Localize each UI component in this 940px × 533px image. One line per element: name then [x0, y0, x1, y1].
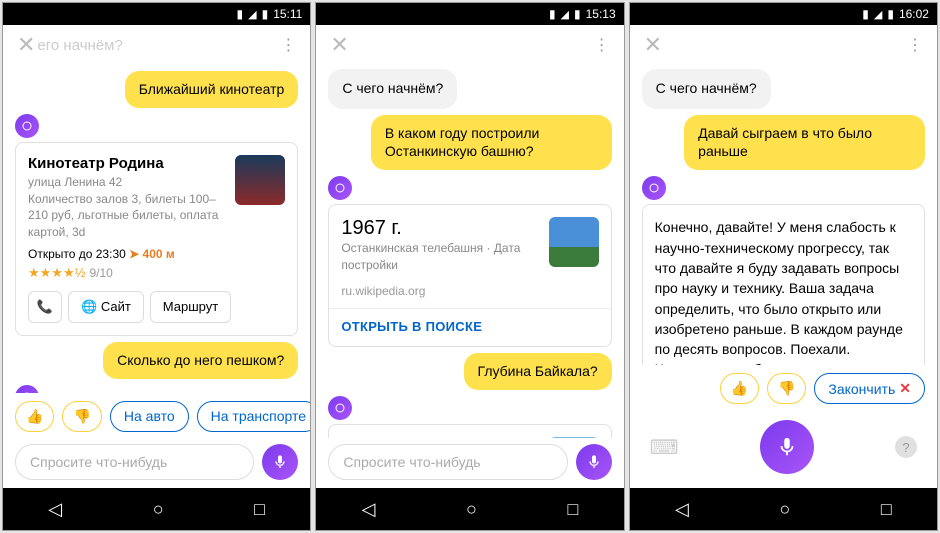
bot-message: С чего начнём? [642, 69, 771, 109]
fact-photo [549, 217, 599, 267]
close-icon[interactable]: ✕ [17, 32, 35, 58]
more-icon[interactable]: ⋮ [907, 35, 923, 55]
alice-avatar [15, 385, 39, 393]
android-nav: ◁ ○ □ [630, 488, 937, 530]
voice-bar: ⌨ ? [630, 410, 937, 488]
alice-avatar [328, 176, 352, 200]
user-message: Глубина Байкала? [464, 353, 612, 390]
place-card[interactable]: Кинотеатр Родина улица Ленина 42 Количес… [15, 142, 298, 336]
signal-icon: ▮ [862, 7, 869, 21]
screen-3: ▮ ◢ ▮ 16:02 ✕ ⋮ С чего начнём? Давай сыг… [629, 2, 938, 531]
recent-button[interactable]: □ [567, 499, 578, 520]
back-button[interactable]: ◁ [362, 499, 376, 520]
thumbs-down-chip[interactable]: 👎 [62, 401, 101, 432]
mic-button[interactable] [262, 444, 298, 480]
end-chip[interactable]: Закончить ✕ [814, 373, 925, 404]
thumbs-up-chip[interactable]: 👍 [720, 373, 759, 404]
bot-message: С чего начнём? [328, 69, 457, 109]
fact-card[interactable]: 1967 г. Останкинская телебашня · Дата по… [328, 204, 611, 347]
more-icon[interactable]: ⋮ [280, 35, 296, 55]
place-details: Количество залов 3, билеты 100–210 руб, … [28, 191, 227, 241]
status-bar: ▮ ◢ ▮ 15:13 [316, 3, 623, 25]
fact-value: 1967 г. [341, 217, 540, 240]
thumbs-up-chip[interactable]: 👍 [15, 401, 54, 432]
close-x-icon: ✕ [899, 380, 911, 397]
signal-icon: ▮ [237, 7, 244, 21]
user-message: Сколько до него пешком? [103, 342, 298, 379]
keyboard-icon[interactable]: ⌨ [650, 435, 679, 460]
screen-1: ▮ ◢ ▮ 15:11 ✕ его начнём? ⋮ Ближайший ки… [2, 2, 311, 531]
alice-avatar [15, 114, 39, 138]
fact-card[interactable]: 1 642 м Байкал · Максимальная глубина ru… [328, 424, 611, 438]
suggestion-row: 👍 👎 Закончить ✕ [630, 365, 937, 410]
close-icon[interactable]: ✕ [644, 32, 662, 58]
place-photo [235, 155, 285, 205]
close-icon[interactable]: ✕ [330, 32, 348, 58]
mic-button[interactable] [760, 420, 814, 474]
signal-icon: ▮ [549, 7, 556, 21]
screen-2: ▮ ◢ ▮ 15:13 ✕ ⋮ С чего начнём? В каком г… [315, 2, 624, 531]
ghost-text: его начнём? [37, 37, 122, 54]
android-nav: ◁ ○ □ [3, 488, 310, 530]
bot-message: Конечно, давайте! У меня слабость к науч… [655, 217, 912, 365]
open-hours: Открыто до 23:30 ➤ 400 м [28, 247, 285, 261]
status-bar: ▮ ◢ ▮ 15:11 [3, 3, 310, 25]
text-input[interactable]: Спросите что-нибудь [15, 444, 254, 480]
chat-content: Ближайший кинотеатр Кинотеатр Родина ули… [3, 65, 310, 393]
chat-content: С чего начнём? Давай сыграем в что было … [630, 65, 937, 365]
suggest-chip[interactable]: На транспорте [197, 401, 311, 432]
call-button[interactable]: 📞 [28, 291, 62, 323]
chat-header: ✕ ⋮ [630, 25, 937, 65]
battery-icon: ▮ [574, 7, 581, 21]
clock: 16:02 [899, 7, 929, 21]
recent-button[interactable]: □ [881, 499, 892, 520]
android-nav: ◁ ○ □ [316, 488, 623, 530]
game-card: Конечно, давайте! У меня слабость к науч… [642, 204, 925, 365]
battery-icon: ▮ [262, 7, 269, 21]
rating: ★★★★½9/10 [28, 265, 285, 281]
thumbs-down-chip[interactable]: 👎 [767, 373, 806, 404]
text-input[interactable]: Спросите что-нибудь [328, 444, 567, 480]
help-icon[interactable]: ? [895, 436, 917, 458]
cell-icon: ◢ [874, 8, 882, 21]
status-bar: ▮ ◢ ▮ 16:02 [630, 3, 937, 25]
user-message: Ближайший кинотеатр [125, 71, 299, 108]
user-message: Давай сыграем в что было раньше [684, 115, 925, 171]
input-bar: Спросите что-нибудь [316, 438, 623, 488]
back-button[interactable]: ◁ [48, 499, 62, 520]
user-message: В каком году построили Останкинскую башн… [371, 115, 612, 171]
chat-content: С чего начнём? В каком году построили Ос… [316, 65, 623, 438]
home-button[interactable]: ○ [153, 499, 164, 520]
fact-sub: Останкинская телебашня · Дата постройки [341, 240, 540, 274]
clock: 15:13 [586, 7, 616, 21]
open-search-link[interactable]: ОТКРЫТЬ В ПОИСКЕ [341, 319, 598, 334]
place-address: улица Ленина 42 [28, 174, 227, 191]
mic-button[interactable] [576, 444, 612, 480]
source: ru.wikipedia.org [341, 284, 598, 298]
home-button[interactable]: ○ [779, 499, 790, 520]
place-title: Кинотеатр Родина [28, 155, 227, 172]
recent-button[interactable]: □ [254, 499, 265, 520]
route-button[interactable]: Маршрут [150, 291, 231, 323]
more-icon[interactable]: ⋮ [594, 35, 610, 55]
input-bar: Спросите что-нибудь [3, 438, 310, 488]
back-button[interactable]: ◁ [675, 499, 689, 520]
suggestion-row: 👍 👎 На авто На транспорте 🔍 "С [3, 393, 310, 438]
chat-header: ✕ его начнём? ⋮ [3, 25, 310, 65]
alice-avatar [642, 176, 666, 200]
site-button[interactable]: 🌐 Сайт [68, 291, 144, 323]
clock: 15:11 [273, 7, 302, 21]
cell-icon: ◢ [248, 8, 256, 21]
battery-icon: ▮ [887, 7, 894, 21]
home-button[interactable]: ○ [466, 499, 477, 520]
suggest-chip[interactable]: На авто [110, 401, 189, 432]
alice-avatar [328, 396, 352, 420]
chat-header: ✕ ⋮ [316, 25, 623, 65]
cell-icon: ◢ [561, 8, 569, 21]
